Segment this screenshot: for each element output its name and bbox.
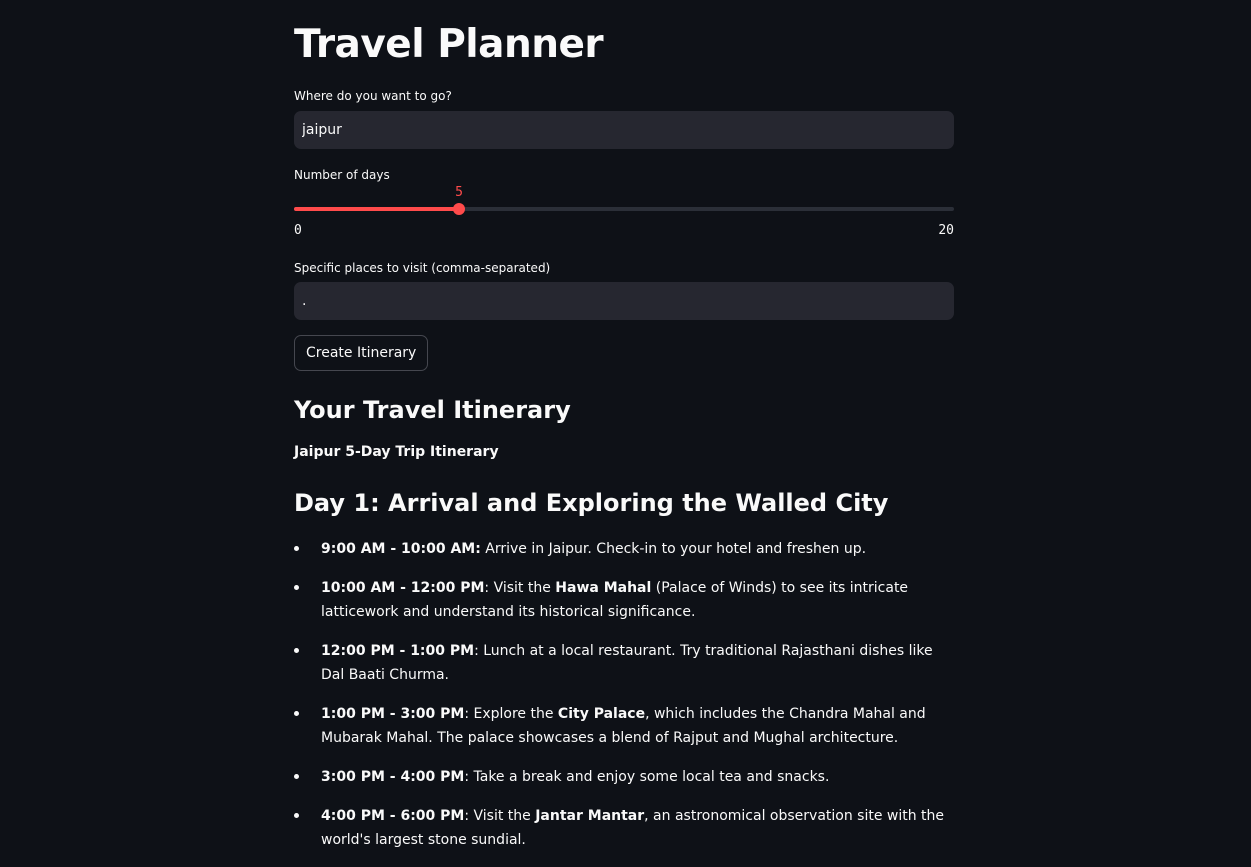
list-item: 9:00 AM - 10:00 AM: Arrive in Jaipur. Ch… (294, 537, 954, 561)
item-text: Arrive in Jaipur. Check-in to your hotel… (480, 541, 867, 557)
item-time: 9:00 AM - 10:00 AM: (321, 541, 481, 557)
item-time: 12:00 PM - 1:00 PM (321, 643, 475, 659)
page-title: Travel Planner (294, 22, 604, 67)
slider-current-value: 5 (455, 185, 463, 200)
bullet-icon (294, 648, 299, 653)
days-label: Number of days (294, 168, 390, 182)
itinerary-list: 9:00 AM - 10:00 AM: Arrive in Jaipur. Ch… (294, 537, 954, 867)
places-label: Specific places to visit (comma-separate… (294, 261, 551, 275)
trip-title: Jaipur 5-Day Trip Itinerary (294, 444, 499, 460)
list-item: 3:00 PM - 4:00 PM: Take a break and enjo… (294, 765, 954, 789)
item-time: 3:00 PM - 4:00 PM (321, 769, 465, 785)
places-input[interactable] (294, 282, 954, 320)
bullet-icon (294, 813, 299, 818)
item-time: 1:00 PM - 3:00 PM (321, 706, 465, 722)
create-itinerary-button[interactable]: Create Itinerary (294, 335, 429, 371)
item-time: 4:00 PM - 6:00 PM (321, 808, 465, 824)
bullet-icon (294, 546, 299, 551)
item-time: 10:00 AM - 12:00 PM (321, 580, 485, 596)
list-item: 12:00 PM - 1:00 PM: Lunch at a local res… (294, 639, 954, 687)
item-place: Jantar Mantar (535, 808, 645, 824)
item-text: : Visit the (484, 580, 556, 596)
destination-label: Where do you want to go? (294, 89, 452, 103)
day-title: Day 1: Arrival and Exploring the Walled … (294, 489, 889, 517)
destination-input[interactable] (294, 111, 954, 149)
item-place: City Palace (557, 706, 646, 722)
item-text: : Take a break and enjoy some local tea … (464, 769, 830, 785)
bullet-icon (294, 585, 299, 590)
bullet-icon (294, 774, 299, 779)
item-text: : Explore the (464, 706, 558, 722)
slider-track[interactable] (294, 207, 954, 211)
item-text: : Visit the (464, 808, 536, 824)
item-place: Hawa Mahal (555, 580, 652, 596)
list-item: 4:00 PM - 6:00 PM: Visit the Jantar Mant… (294, 804, 954, 852)
slider-fill (294, 207, 459, 211)
list-item: 1:00 PM - 3:00 PM: Explore the City Pala… (294, 702, 954, 750)
slider-max-label: 20 (938, 223, 954, 238)
slider-thumb[interactable] (453, 203, 465, 215)
bullet-icon (294, 711, 299, 716)
itinerary-section-title: Your Travel Itinerary (294, 396, 571, 424)
slider-min-label: 0 (294, 223, 302, 238)
list-item: 10:00 AM - 12:00 PM: Visit the Hawa Maha… (294, 576, 954, 624)
days-slider[interactable]: 5 0 20 (294, 185, 954, 238)
